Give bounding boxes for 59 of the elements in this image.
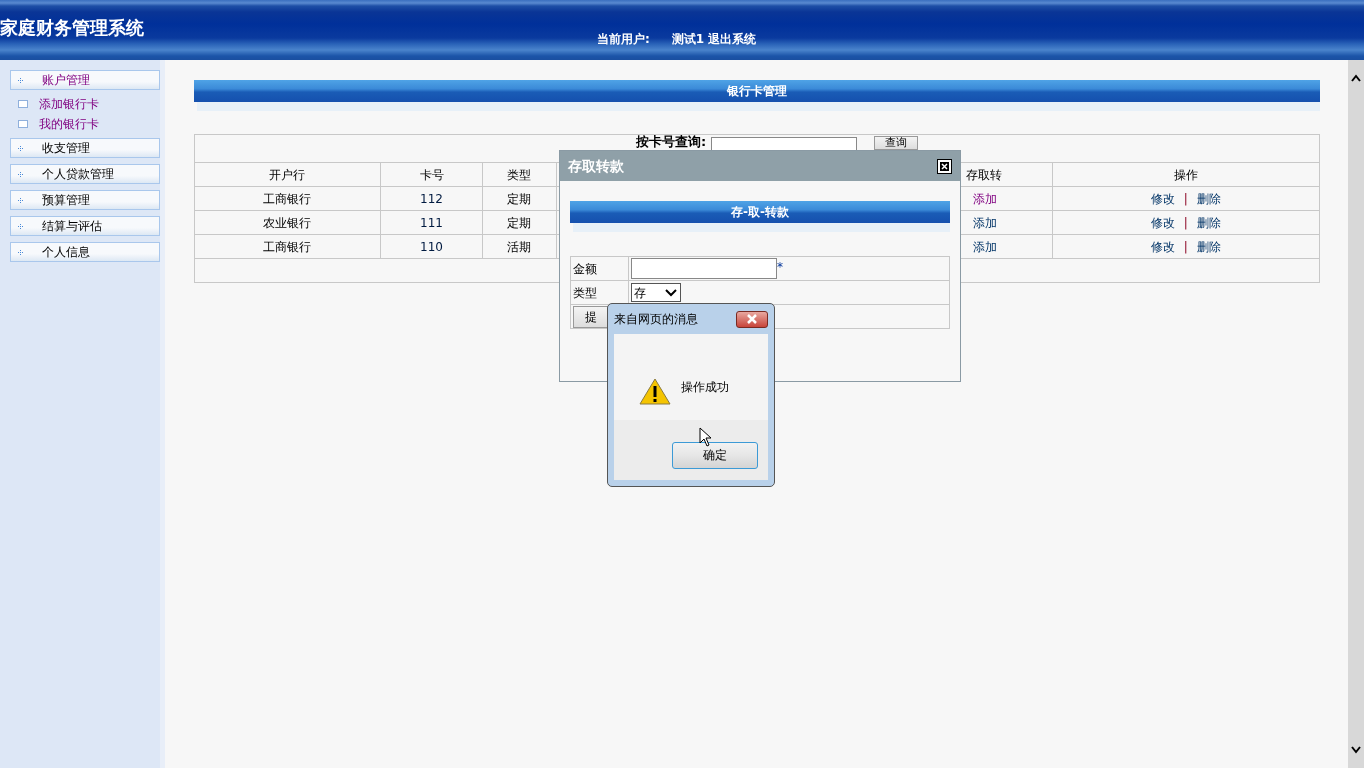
search-label: 按卡号查询: — [635, 135, 707, 148]
table-cell: 活期 — [507, 239, 532, 254]
column-header: 类型 — [507, 167, 532, 182]
panel-title: 银行卡管理 — [194, 80, 1320, 102]
close-button[interactable] — [736, 310, 768, 328]
sidebar-subitem[interactable]: 添加银行卡 — [18, 94, 160, 114]
required-mark: * — [777, 260, 783, 274]
user-name: 测试1 — [671, 31, 705, 48]
dialog-title: 存取转款 — [568, 156, 624, 176]
table-cell: 工商银行 — [263, 239, 312, 254]
add-link[interactable]: 添加 — [973, 239, 998, 254]
table-cell: 工商银行 — [263, 191, 312, 206]
column-header: 存取转 — [966, 167, 1003, 182]
table-cell: 定期 — [507, 191, 532, 206]
cursor-icon — [699, 427, 712, 447]
sidebar-item[interactable]: 个人信息 — [10, 242, 160, 262]
sidebar-item[interactable]: 结算与评估 — [10, 216, 160, 236]
edit-link[interactable]: 修改 — [1150, 239, 1175, 254]
field-label: 金额 — [573, 261, 597, 276]
add-link[interactable]: 添加 — [973, 191, 998, 206]
scroll-down-icon[interactable] — [1351, 746, 1361, 754]
amount-field[interactable] — [631, 258, 777, 279]
ok-button[interactable]: 确定 — [672, 441, 758, 469]
sidebar-item[interactable]: 账户管理 — [10, 70, 160, 90]
column-header: 开户行 — [269, 167, 306, 182]
link-separator: | — [1183, 215, 1188, 230]
form-heading: 存-取-转款 — [570, 201, 950, 223]
column-header: 卡号 — [419, 167, 444, 182]
column-header: 操作 — [1173, 167, 1198, 182]
sidebar-item[interactable]: 个人贷款管理 — [10, 164, 160, 184]
edit-link[interactable]: 修改 — [1150, 191, 1175, 206]
sidebar-subitem[interactable]: 我的银行卡 — [18, 114, 160, 134]
table-cell: 定期 — [507, 215, 532, 230]
sidebar-item[interactable]: 预算管理 — [10, 190, 160, 210]
scrollbar[interactable] — [1348, 60, 1364, 768]
add-link[interactable]: 添加 — [973, 215, 998, 230]
table-cell: 农业银行 — [263, 215, 312, 230]
app-title: 家庭财务管理系统 — [0, 16, 144, 40]
search-button[interactable]: 查询 — [874, 136, 919, 150]
edit-link[interactable]: 修改 — [1150, 215, 1175, 230]
logout-link[interactable]: 退出系统 — [708, 30, 757, 48]
type-select[interactable]: 存 — [631, 283, 681, 302]
table-cell: 112 — [420, 191, 443, 206]
table-cell: 111 — [420, 215, 443, 230]
delete-link[interactable]: 删除 — [1196, 239, 1221, 254]
message-text: 操作成功 — [681, 379, 729, 396]
scroll-up-icon[interactable] — [1351, 74, 1361, 82]
link-separator: | — [1183, 239, 1188, 254]
close-icon — [746, 314, 758, 324]
table-cell: 110 — [420, 239, 443, 254]
sidebar-item[interactable]: 收支管理 — [10, 138, 160, 158]
close-icon[interactable] — [937, 158, 952, 174]
dropdown-icon — [665, 288, 677, 297]
delete-link[interactable]: 删除 — [1196, 191, 1221, 206]
link-separator: | — [1183, 191, 1188, 206]
warning-icon — [639, 377, 671, 405]
delete-link[interactable]: 删除 — [1196, 215, 1221, 230]
user-label: 当前用户: — [597, 31, 650, 48]
field-label: 类型 — [573, 285, 597, 300]
